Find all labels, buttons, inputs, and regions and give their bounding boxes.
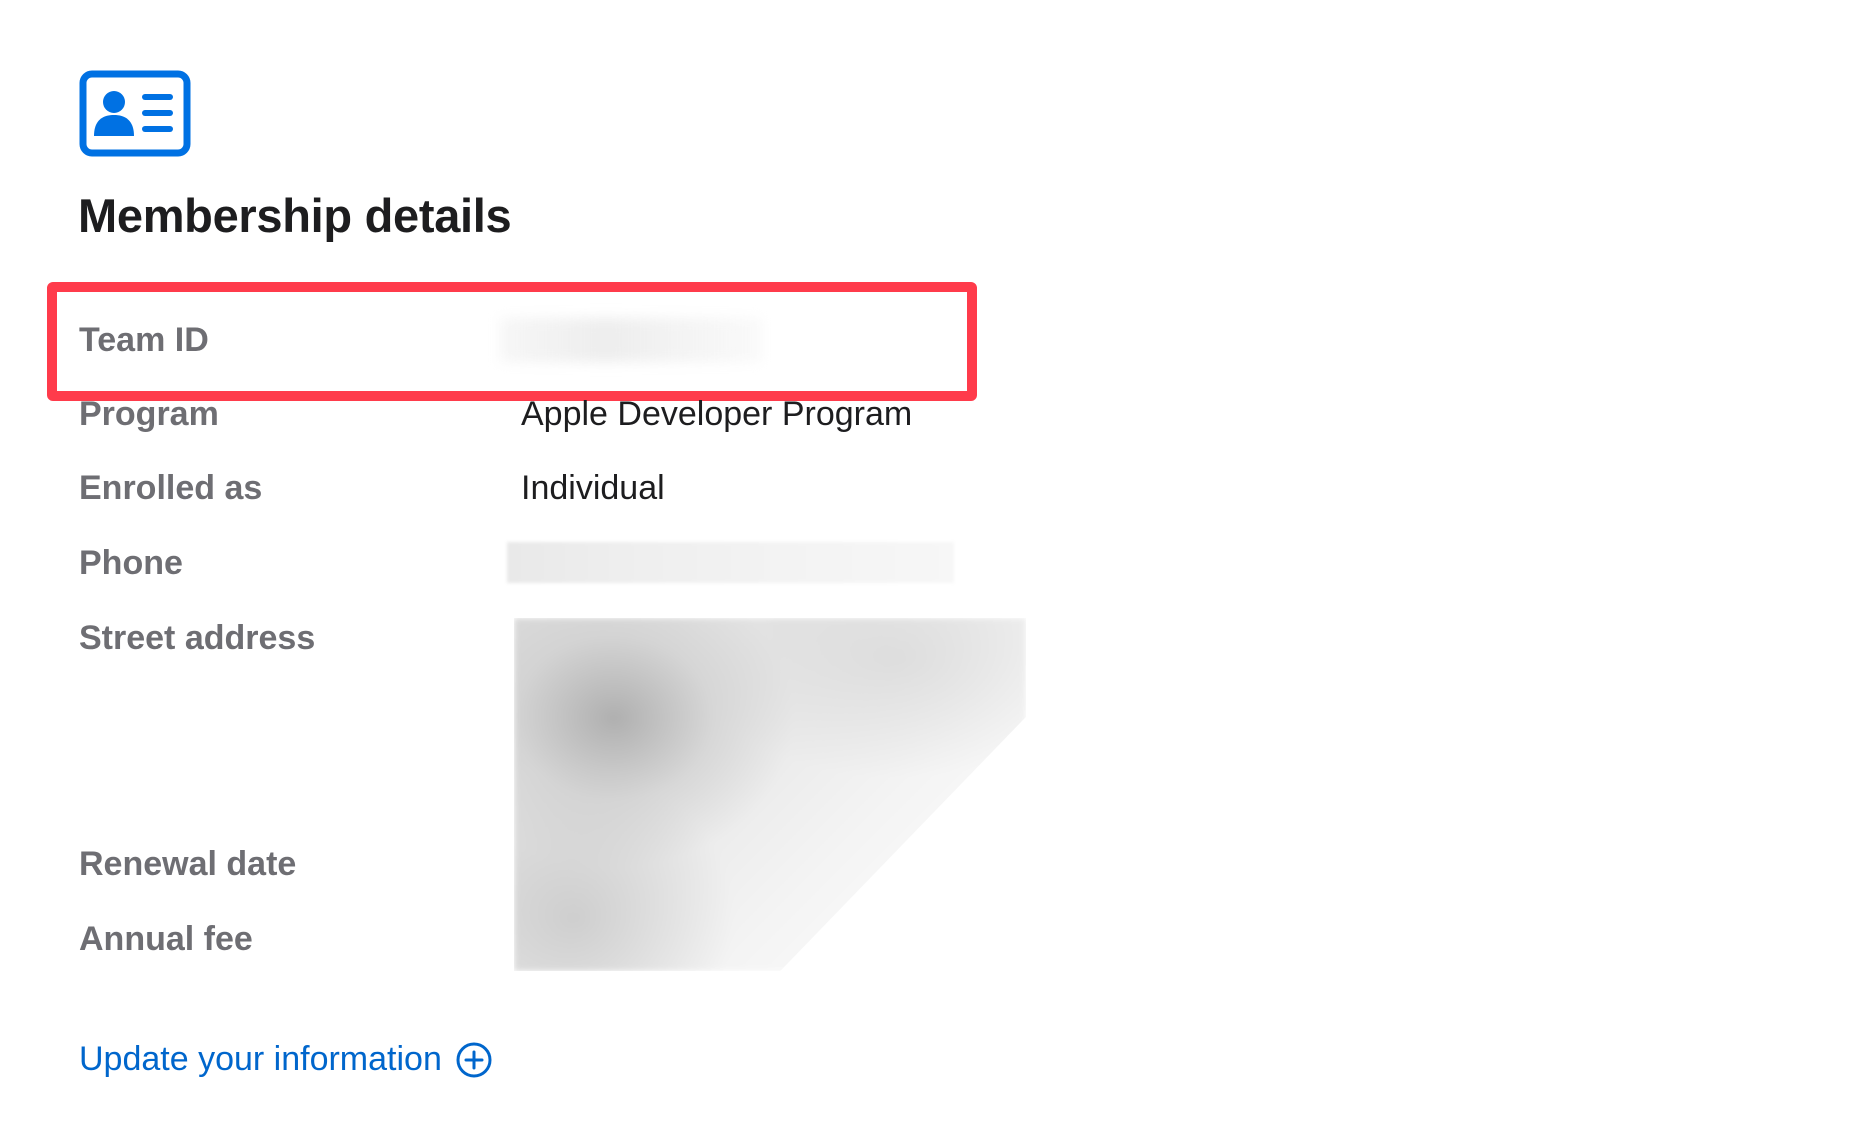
team-id-value-redacted (500, 318, 762, 362)
enrolled-as-label: Enrolled as (79, 469, 263, 507)
enrolled-as-value: Individual (521, 469, 665, 507)
plus-circle-icon (456, 1042, 492, 1077)
address-renewal-fee-redacted (514, 618, 1026, 971)
team-id-label: Team ID (79, 321, 209, 359)
phone-label: Phone (79, 544, 183, 582)
annual-fee-label: Annual fee (79, 920, 253, 958)
update-information-label: Update your information (79, 1040, 442, 1078)
update-information-link[interactable]: Update your information (79, 1040, 492, 1079)
street-address-label: Street address (79, 619, 316, 657)
program-value: Apple Developer Program (521, 395, 913, 433)
program-label: Program (79, 395, 219, 433)
renewal-date-label: Renewal date (79, 845, 297, 883)
page-title: Membership details (78, 189, 512, 242)
contact-card-icon (79, 70, 191, 157)
phone-value-redacted (507, 542, 954, 583)
